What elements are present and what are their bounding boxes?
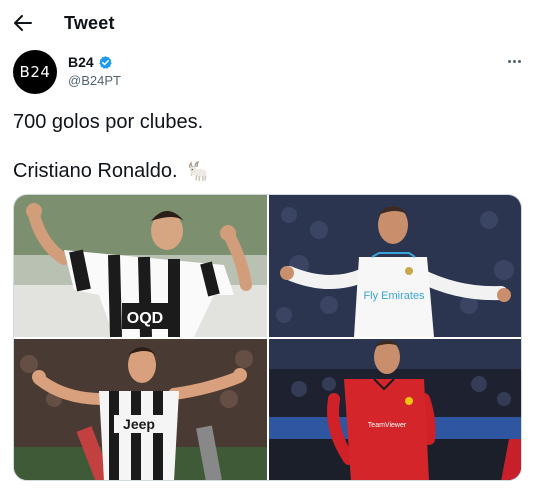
goat-icon: [188, 160, 207, 181]
player-photo-real-madrid: Fly Emirates: [269, 195, 521, 337]
jersey-text-1: OQD: [127, 310, 163, 327]
player-photo-juventus: Jeep: [14, 339, 267, 480]
verified-badge-icon: [99, 55, 112, 69]
jersey-text-2: Fly Emirates: [363, 290, 425, 302]
jersey-text-3: Jeep: [123, 416, 155, 432]
avatar-text: B24: [19, 63, 51, 81]
media-photo-3[interactable]: Jeep: [14, 339, 267, 480]
author-display-name[interactable]: B24: [68, 54, 94, 70]
avatar[interactable]: B24: [13, 50, 57, 94]
arrow-left-icon: [14, 15, 32, 31]
more-button[interactable]: [505, 52, 523, 70]
player-photo-man-united: TeamViewer: [269, 339, 521, 480]
media-photo-4[interactable]: TeamViewer: [269, 339, 521, 480]
media-photo-1[interactable]: OQD: [14, 195, 267, 337]
tweet-line-2-row: Cristiano Ronaldo.: [13, 158, 210, 184]
tweet-header: Tweet: [0, 0, 537, 46]
jersey-text-4: TeamViewer: [368, 422, 407, 429]
author-handle[interactable]: @B24PT: [68, 73, 121, 88]
tweet-line-2: Cristiano Ronaldo.: [13, 160, 178, 182]
media-grid: OQD Fly Emirates Jeep TeamViewer: [13, 194, 522, 481]
more-horizontal-icon: [507, 59, 511, 63]
media-photo-2[interactable]: Fly Emirates: [269, 195, 521, 337]
page-title: Tweet: [64, 13, 115, 33]
back-button[interactable]: [12, 10, 34, 36]
tweet-text: 700 golos por clubes.: [13, 109, 203, 135]
tweet-line-1: 700 golos por clubes.: [13, 111, 204, 133]
player-photo-sporting: OQD: [14, 195, 267, 337]
author-info: B24 @B24PT: [68, 54, 121, 88]
